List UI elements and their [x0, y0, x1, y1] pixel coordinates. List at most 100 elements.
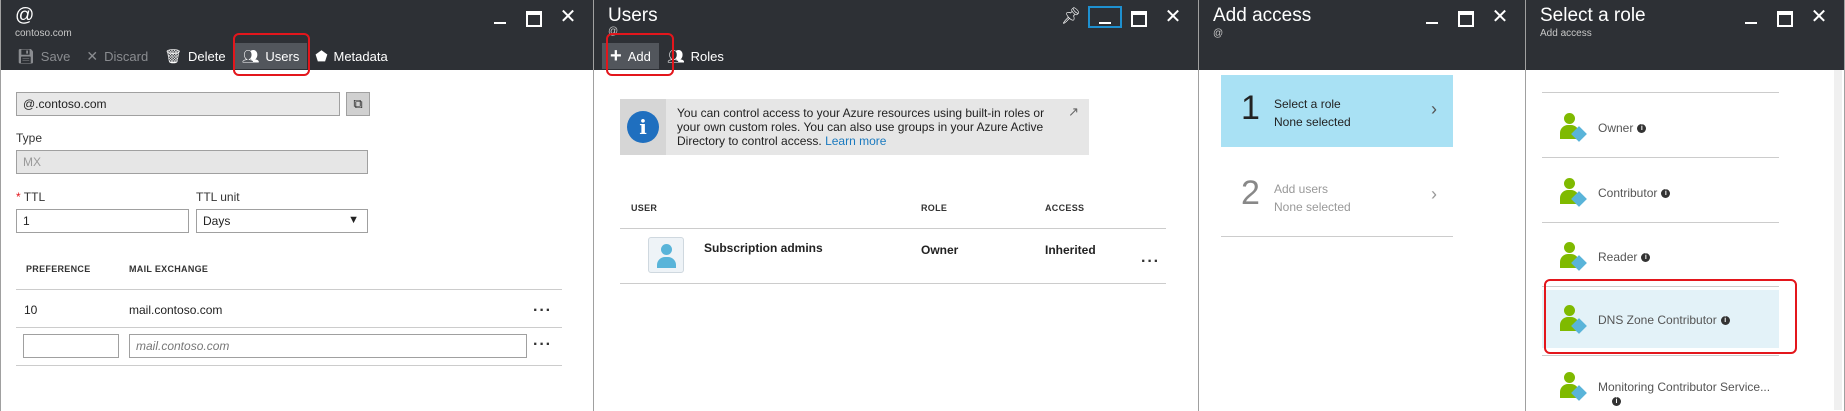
users-button-highlight — [233, 33, 310, 76]
new-preference-input[interactable] — [23, 334, 119, 358]
step-add-users[interactable]: 2 Add users None selected › — [1221, 160, 1453, 232]
close-icon[interactable]: ✕ — [1483, 6, 1517, 28]
type-label: Type — [16, 131, 43, 145]
minimize-icon[interactable] — [1734, 6, 1768, 28]
window-controls: 📌︎ ✕ — [1054, 6, 1190, 28]
role-icon — [1560, 242, 1588, 272]
tag-icon: ⬟ — [315, 48, 328, 64]
discard-button[interactable]: ✕ Discard — [78, 43, 156, 69]
blade-subtitle: Add access — [1540, 28, 1592, 39]
info-icon: i — [627, 111, 659, 143]
divider — [1542, 92, 1779, 93]
maximize-icon[interactable] — [1449, 6, 1483, 28]
save-button[interactable]: 💾︎ Save — [9, 43, 78, 69]
maximize-icon[interactable] — [1768, 6, 1802, 28]
pin-icon[interactable]: 📌︎ — [1054, 6, 1088, 28]
minimize-icon[interactable] — [1088, 6, 1122, 28]
col-preference: PREFERENCE — [26, 264, 91, 274]
discard-icon: ✕ — [86, 48, 99, 64]
blade-header: Add access @ ✕ — [1199, 0, 1525, 70]
dns-zone-contributor-highlight — [1544, 279, 1797, 354]
role-name: Monitoring Contributor Service...i — [1598, 380, 1771, 406]
blade-title: Add access — [1213, 5, 1312, 26]
window-controls: ✕ — [483, 6, 585, 28]
close-icon[interactable]: ✕ — [1802, 6, 1836, 28]
col-user: USER — [631, 203, 658, 213]
blade-title: Users — [608, 5, 658, 26]
step-number: 1 — [1241, 89, 1260, 127]
save-icon: 💾︎ — [17, 48, 35, 64]
new-mail-exchange-input[interactable]: mail.contoso.com — [129, 334, 527, 358]
info-icon[interactable]: i — [1612, 397, 1621, 406]
toolbar: 💾︎ Save ✕ Discard 🗑︎ Delete 👥︎ Users ⬟ M… — [9, 43, 396, 69]
ttl-label: * TTL — [16, 190, 46, 204]
role-cell: Owner — [921, 243, 959, 257]
col-role: ROLE — [921, 203, 948, 213]
minimize-icon[interactable] — [483, 6, 517, 28]
step-status: None selected — [1274, 200, 1351, 214]
access-cell: Inherited — [1045, 243, 1096, 257]
chevron-down-icon: ▼ — [348, 214, 359, 226]
close-icon[interactable]: ✕ — [551, 6, 585, 28]
col-access: ACCESS — [1045, 203, 1085, 213]
col-mail-exchange: MAIL EXCHANGE — [129, 264, 209, 274]
ttl-unit-label: TTL unit — [196, 190, 240, 204]
blade-header: Users @ 📌︎ ✕ + Add 👥︎ Roles — [594, 0, 1198, 70]
blade-header: Select a role Add access ✕ — [1526, 0, 1844, 70]
trash-icon: 🗑︎ — [164, 48, 183, 64]
learn-more-link[interactable]: Learn more — [825, 134, 886, 148]
minimize-icon[interactable] — [1415, 6, 1449, 28]
more-icon[interactable]: ··· — [533, 302, 552, 320]
step-select-role[interactable]: 1 Select a role None selected › — [1221, 75, 1453, 147]
role-name: Reader i — [1598, 250, 1651, 264]
role-item-contributor[interactable]: Contributor i — [1542, 163, 1779, 221]
step-title: Select a role — [1274, 97, 1341, 111]
blade-title: @ — [15, 5, 35, 26]
more-icon[interactable]: ··· — [533, 336, 552, 354]
ttl-unit-select[interactable]: Days ▼ — [196, 209, 368, 233]
info-icon[interactable]: i — [1661, 189, 1671, 198]
external-link-icon[interactable]: ↗ — [1068, 104, 1079, 120]
info-icon[interactable]: i — [1637, 124, 1647, 133]
maximize-icon[interactable] — [517, 6, 551, 28]
info-icon-container: i — [620, 99, 666, 155]
type-field: MX — [16, 150, 368, 174]
role-item-monitoring-contributor[interactable]: Monitoring Contributor Service...i — [1542, 357, 1779, 411]
mail-exchange-cell: mail.contoso.com — [129, 303, 223, 317]
user-cell: Subscription admins — [704, 241, 823, 255]
delete-button[interactable]: 🗑︎ Delete — [156, 43, 233, 69]
metadata-button[interactable]: ⬟ Metadata — [307, 43, 395, 69]
divider — [1542, 157, 1779, 158]
info-text: You can control access to your Azure res… — [677, 106, 1045, 148]
more-icon[interactable]: ··· — [1141, 253, 1160, 271]
info-icon[interactable]: i — [1641, 253, 1651, 262]
close-icon[interactable]: ✕ — [1156, 6, 1190, 28]
blade-subtitle: @ — [1213, 28, 1224, 39]
step-title: Add users — [1274, 182, 1329, 196]
add-button-highlight — [606, 33, 674, 76]
divider — [1542, 355, 1779, 356]
role-name: Owner i — [1598, 121, 1647, 135]
divider — [16, 289, 562, 290]
role-item-reader[interactable]: Reader i — [1542, 227, 1779, 285]
role-icon — [1560, 113, 1588, 143]
blade-subtitle: contoso.com — [15, 28, 72, 39]
role-icon — [1560, 178, 1588, 208]
user-group-avatar — [648, 237, 684, 273]
maximize-icon[interactable] — [1122, 6, 1156, 28]
scrollbar[interactable] — [1834, 70, 1842, 410]
record-name-field[interactable]: @.contoso.com — [16, 92, 340, 116]
ttl-field[interactable]: 1 — [16, 209, 189, 233]
role-item-owner[interactable]: Owner i — [1542, 98, 1779, 156]
preference-cell: 10 — [24, 303, 38, 317]
window-controls: ✕ — [1734, 6, 1836, 28]
window-controls: ✕ — [1415, 6, 1517, 28]
record-set-blade: @ contoso.com ✕ 💾︎ Save ✕ Discard 🗑︎ Del… — [0, 0, 594, 411]
divider — [16, 327, 562, 328]
copy-icon[interactable]: ⧉ — [346, 92, 370, 116]
divider — [1221, 236, 1453, 237]
step-status: None selected — [1274, 115, 1351, 129]
add-access-blade: Add access @ ✕ 1 Select a role None sele… — [1199, 0, 1526, 411]
step-number: 2 — [1241, 174, 1260, 212]
chevron-right-icon: › — [1431, 184, 1437, 204]
